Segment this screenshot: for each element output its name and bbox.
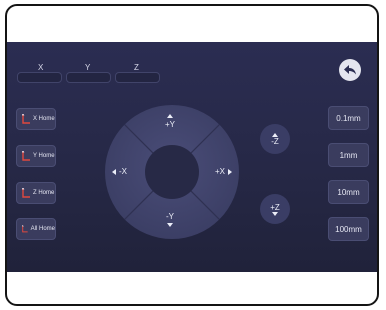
step-0-1mm-button[interactable]: 0.1mm	[328, 106, 369, 130]
down-arrow-icon	[167, 223, 173, 227]
axis-home-icon	[22, 114, 30, 124]
right-arrow-icon	[228, 168, 233, 175]
jog-minus-z-button[interactable]: -Z	[260, 124, 290, 154]
down-arrow-icon	[272, 211, 278, 216]
z-home-button[interactable]: Z Home	[16, 182, 56, 204]
control-panel-screen: X Y Z X Home Y Home Z Home All Home +Y -…	[7, 42, 377, 272]
plus-z-label: +Z	[270, 202, 280, 212]
jog-plus-y-button[interactable]: +Y	[165, 114, 175, 129]
step-100mm-button[interactable]: 100mm	[328, 217, 369, 241]
plus-x-label: +X	[215, 167, 226, 176]
plus-y-label: +Y	[165, 120, 176, 129]
x-coordinate-label: X	[38, 63, 44, 72]
z-coordinate-label: Z	[134, 63, 139, 72]
jog-minus-x-button[interactable]: -X	[112, 167, 127, 176]
y-home-label: Y Home	[33, 153, 55, 159]
x-home-button[interactable]: X Home	[16, 108, 56, 130]
y-home-button[interactable]: Y Home	[16, 145, 56, 167]
axis-home-icon	[22, 151, 30, 161]
axis-home-icon	[22, 188, 30, 198]
minus-x-label: -X	[119, 167, 127, 176]
step-1mm-button[interactable]: 1mm	[328, 143, 369, 167]
x-home-label: X Home	[33, 116, 55, 122]
minus-z-label: -Z	[271, 136, 279, 146]
up-arrow-icon	[167, 114, 173, 118]
y-coordinate-field	[66, 72, 111, 83]
step-10mm-button[interactable]: 10mm	[328, 180, 369, 204]
xy-jog-pad: +Y -Y -X +X	[104, 104, 240, 240]
jog-plus-x-button[interactable]: +X	[215, 167, 233, 176]
device-frame: X Y Z X Home Y Home Z Home All Home +Y -…	[5, 4, 379, 306]
all-home-label: All Home	[30, 226, 55, 232]
back-button[interactable]	[339, 59, 361, 81]
minus-y-label: -Y	[166, 212, 174, 221]
all-home-button[interactable]: All Home	[16, 218, 56, 240]
z-coordinate-field	[115, 72, 160, 83]
z-home-label: Z Home	[33, 190, 55, 196]
y-coordinate-label: Y	[85, 63, 91, 72]
back-arrow-icon	[344, 65, 356, 75]
axis-home-icon	[22, 224, 28, 233]
jog-plus-z-button[interactable]: +Z	[260, 194, 290, 224]
x-coordinate-field	[17, 72, 62, 83]
left-arrow-icon	[112, 168, 116, 175]
jog-minus-y-button[interactable]: -Y	[166, 212, 174, 227]
